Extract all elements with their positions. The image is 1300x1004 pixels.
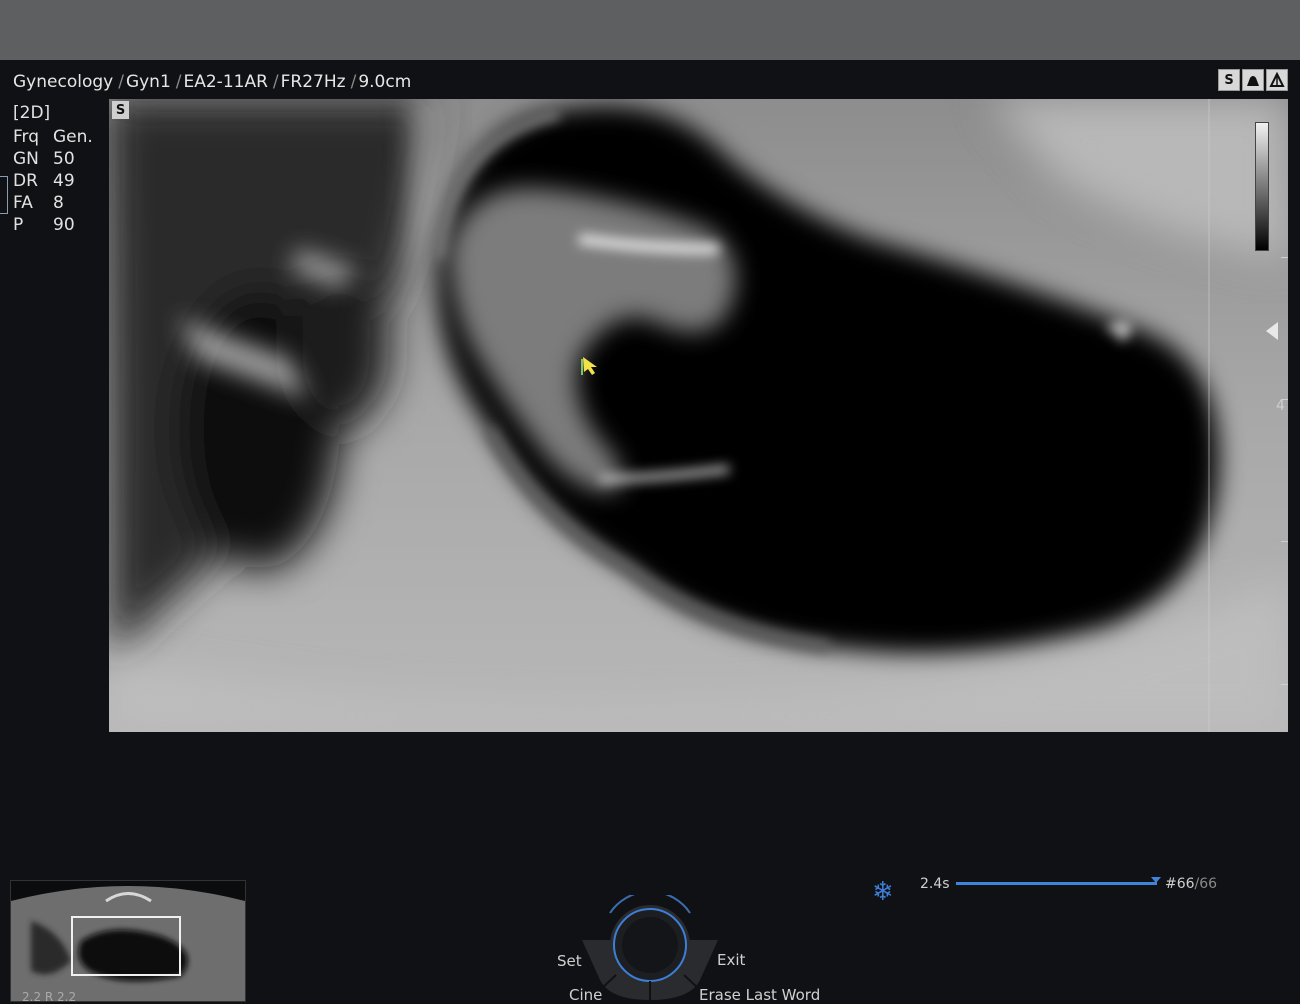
s-har-icon[interactable]: S [1218,69,1240,91]
cine-frame-current: #66 [1165,876,1195,892]
param-value: 49 [53,171,75,191]
trackball-cine-label[interactable]: Cine [569,986,602,1004]
cine-slider-thumb[interactable] [1151,877,1161,883]
left-edge-marker [0,176,8,214]
depth-tick [1281,399,1288,400]
image-s-badge: S [112,101,129,119]
param-row: Frq Gen. [13,126,93,148]
top-toolbar [0,0,1300,60]
cine-progress-bar[interactable] [956,882,1157,885]
focus-marker-icon[interactable] [1266,322,1278,340]
cine-time: 2.4s [920,876,950,892]
header-depth: 9.0cm [358,72,412,92]
param-key: DR [13,171,38,191]
header-separator: / [350,72,357,92]
freeze-snowflake-icon[interactable]: ❄ [872,878,900,906]
cine-frame-total: 66 [1199,876,1218,892]
biopsy-icon[interactable] [1266,69,1288,91]
header-separator: / [175,72,182,92]
thumbnail-caption: 2.2 R 2.2 [22,990,77,1004]
param-key: FA [13,193,33,213]
depth-marker: 4 [1276,398,1285,414]
trackball-erase-label[interactable]: Erase Last Word [699,986,820,1004]
trackball-control[interactable] [560,890,820,1000]
imaging-parameters: [2D] Frq Gen. GN 50 DR 49 FA 8 P 90 [13,102,93,236]
header-preset-sub: Gyn1 [125,72,171,92]
trackball-exit-label[interactable]: Exit [717,951,745,969]
depth-tick [1281,684,1288,685]
reference-thumbnail[interactable] [10,880,246,1002]
depth-tick [1281,541,1288,542]
trackball-set-label[interactable]: Set [557,952,582,970]
exam-header: Gynecology / Gyn1/EA2-11AR / FR27Hz/9.0cm [13,72,411,92]
param-value: 8 [53,193,64,213]
param-row: FA 8 [13,192,93,214]
header-icons: S [1218,69,1288,91]
param-row: DR 49 [13,170,93,192]
param-row: P 90 [13,214,93,236]
param-row: GN 50 [13,148,93,170]
grayscale-bar [1255,122,1269,251]
param-value: Gen. [53,127,93,147]
header-frame-rate: FR27Hz [280,72,346,92]
header-separator: / [272,72,279,92]
param-key: P [13,215,24,235]
param-key: GN [13,149,39,169]
ultrasound-image[interactable] [109,99,1288,732]
header-separator: / [118,72,124,92]
param-value: 50 [53,149,75,169]
header-preset: Gynecology [13,72,114,92]
probe-icon[interactable] [1242,69,1264,91]
param-value: 90 [53,215,75,235]
cine-frame-counter: #66/66 [1165,876,1218,892]
depth-tick [1281,257,1288,258]
param-key: Frq [13,127,40,147]
mode-label: [2D] [13,103,51,123]
header-probe: EA2-11AR [183,72,268,92]
